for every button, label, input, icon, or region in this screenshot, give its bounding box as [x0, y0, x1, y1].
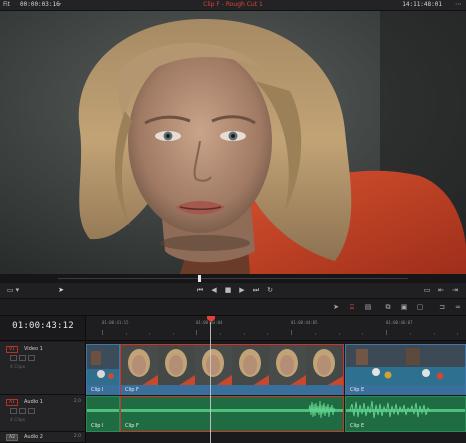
video-clip[interactable]: Clip I	[86, 344, 120, 395]
clip-label: Clip E	[350, 387, 365, 393]
timeline-timecode[interactable]: 01:00:43:12	[0, 321, 86, 331]
step-back-icon[interactable]: ◀	[208, 285, 220, 296]
viewer-scrubber[interactable]	[0, 274, 466, 283]
timeline-playhead[interactable]	[210, 322, 211, 443]
go-to-start-icon[interactable]: ⏮	[194, 285, 206, 296]
more-options-icon[interactable]: ⋯	[455, 0, 462, 8]
clip-label: Clip E	[350, 423, 365, 429]
ruler-minor-tick	[410, 333, 411, 335]
clip-thumbnails	[346, 345, 465, 386]
mute-icon[interactable]	[28, 408, 35, 414]
trim-icon[interactable]: ⌹	[346, 302, 358, 313]
scrubber-playhead[interactable]	[198, 275, 201, 282]
overwrite-icon[interactable]: ▣	[398, 302, 410, 313]
ruler-label: 01:00:46:07	[386, 320, 413, 325]
clip-count: 4 Clips	[10, 365, 26, 370]
audio-waveform	[346, 400, 465, 419]
replace-icon[interactable]: ▢	[414, 302, 426, 313]
track-name: Audio 1	[24, 399, 43, 405]
blade-icon[interactable]: ▤	[362, 302, 374, 313]
ruler-tick	[386, 330, 387, 335]
clip-label: Clip I	[91, 423, 104, 429]
video-frame-image	[0, 11, 466, 274]
video-viewer[interactable]	[0, 11, 466, 274]
ruler-minor-tick	[173, 333, 174, 335]
solo-icon[interactable]	[19, 408, 26, 414]
clip-thumbnail-image	[87, 345, 119, 386]
track-name: Audio 2	[24, 434, 43, 440]
ruler-minor-tick	[362, 333, 363, 335]
loop-icon[interactable]: ↻	[264, 285, 276, 296]
previous-edit-icon[interactable]: ⇤	[436, 285, 446, 296]
clip-thumbnail-strip	[346, 345, 465, 386]
ruler-minor-tick	[149, 333, 150, 335]
selection-icon[interactable]: ➤	[330, 302, 342, 313]
track-controls	[10, 355, 37, 362]
audio-clip[interactable]: Clip I	[86, 396, 120, 432]
viewer-options-icon[interactable]: ▭ ▾	[5, 285, 21, 296]
audio-clip[interactable]: Clip E	[345, 396, 466, 432]
video-clip-selected[interactable]: Clip F	[120, 344, 344, 395]
timeline-ruler[interactable]: 01:00:41:15 01:00:43:04 01:00:44:05 01:0…	[86, 316, 466, 341]
audio-waveform	[87, 409, 119, 412]
track-tag[interactable]: A1	[6, 399, 18, 406]
ruler-minor-tick	[339, 333, 340, 335]
ruler-tick	[196, 330, 197, 335]
linked-selection-icon[interactable]: ∞	[452, 302, 464, 313]
ruler-label: 01:00:41:15	[102, 320, 129, 325]
clip-label: Clip F	[125, 387, 139, 393]
auto-select-icon[interactable]	[19, 355, 26, 361]
lock-track-icon[interactable]	[10, 408, 17, 414]
enable-track-icon[interactable]	[28, 355, 35, 361]
stop-icon[interactable]: ■	[222, 285, 234, 296]
insert-icon[interactable]: ⧉	[382, 302, 394, 313]
track-controls	[10, 408, 37, 415]
edit-toolbar: ➤ ⌹ ▤ ⧉ ▣ ▢ ⊐ ∞	[0, 299, 466, 316]
audio-track-lane[interactable]: Clip I Clip F Clip E	[86, 395, 466, 432]
ruler-label: 01:00:44:05	[291, 320, 318, 325]
clip-label: Clip F	[125, 423, 139, 429]
track-tag[interactable]: V1	[6, 346, 18, 353]
audio-2-track-lane[interactable]	[86, 432, 466, 443]
clip-label: Clip I	[91, 387, 104, 393]
track-header-audio-2[interactable]: A2 Audio 2 2.0	[0, 432, 86, 443]
track-header-video-1[interactable]: V1 Video 1 4 Clips	[0, 342, 86, 395]
ruler-minor-tick	[244, 333, 245, 335]
clip-title[interactable]: Clip F - Rough Cut 1	[0, 1, 466, 8]
ruler-tick	[291, 330, 292, 335]
ruler-minor-tick	[457, 333, 458, 335]
ruler-minor-tick	[126, 333, 127, 335]
lock-track-icon[interactable]	[10, 355, 17, 361]
transport-controls: ▭ ▾ ➤ ⏮ ◀ ■ ▶ ⏭ ↻ ▭ ⇤ ⇥	[0, 283, 466, 299]
play-icon[interactable]: ▶	[236, 285, 248, 296]
viewer-header: Fit 00:00:03:16 ▾ Clip F - Rough Cut 1 1…	[0, 0, 466, 11]
audio-waveform	[121, 400, 343, 419]
clip-thumbnails	[87, 345, 119, 386]
record-timecode: 14:11:48:01	[402, 1, 442, 8]
go-to-end-icon[interactable]: ⏭	[250, 285, 262, 296]
next-edit-icon[interactable]: ⇥	[450, 285, 460, 296]
ruler-minor-tick	[434, 333, 435, 335]
ruler-minor-tick	[220, 333, 221, 335]
clip-bar	[121, 385, 343, 395]
video-track-lane[interactable]: Clip I Clip F Clip E	[86, 342, 466, 395]
audio-clip-selected[interactable]: Clip F	[120, 396, 344, 432]
fullscreen-icon[interactable]: ▭	[422, 285, 432, 296]
clip-count: 4 Clips	[10, 418, 26, 423]
track-tag[interactable]: A2	[6, 434, 18, 441]
video-clip[interactable]: Clip E	[345, 344, 466, 395]
channel-format: 2.0	[73, 399, 81, 404]
track-header-audio-1[interactable]: A1 Audio 1 2.0 4 Clips	[0, 395, 86, 432]
clip-thumbnail-strip	[121, 345, 343, 386]
clip-thumbnails	[121, 345, 343, 386]
snapping-icon[interactable]: ⊐	[436, 302, 448, 313]
track-name: Video 1	[24, 346, 43, 352]
ruler-tick	[102, 330, 103, 335]
timeline-timecode-box: 01:00:43:12	[0, 316, 86, 341]
mouse-cursor-icon: ➤	[58, 286, 64, 294]
channel-format: 2.0	[73, 434, 81, 439]
ruler-minor-tick	[315, 333, 316, 335]
scrubber-track[interactable]	[58, 278, 408, 279]
ruler-minor-tick	[267, 333, 268, 335]
